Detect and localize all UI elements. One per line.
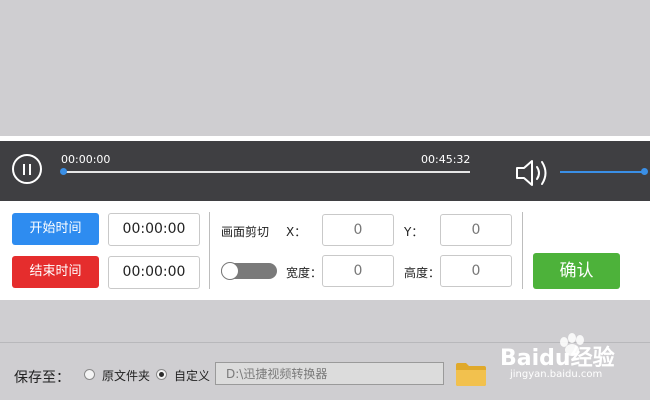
crop-y-field[interactable]: 0	[440, 214, 512, 246]
total-time: 00:45:32	[421, 153, 471, 166]
radio-original-folder[interactable]	[84, 369, 95, 380]
divider	[209, 212, 210, 289]
output-path-field[interactable]	[215, 362, 444, 385]
volume-slider[interactable]	[560, 171, 646, 173]
seek-slider-handle[interactable]	[60, 168, 67, 175]
toggle-knob	[221, 262, 239, 280]
watermark-url: jingyan.baidu.com	[510, 369, 603, 380]
video-preview-area	[0, 0, 650, 136]
watermark-brand: Baidu经验	[500, 346, 615, 371]
start-time-field[interactable]: 00:00:00	[108, 213, 200, 246]
folder-icon[interactable]	[455, 361, 487, 387]
x-label: X：	[286, 225, 307, 239]
volume-slider-handle[interactable]	[641, 168, 648, 175]
save-to-label: 保存至：	[14, 370, 70, 386]
divider	[522, 212, 523, 289]
crop-x-field[interactable]: 0	[322, 214, 394, 246]
seek-slider[interactable]	[63, 171, 470, 173]
crop-height-field[interactable]: 0	[440, 255, 512, 287]
end-time-button[interactable]: 结束时间	[12, 256, 99, 288]
custom-label[interactable]: 自定义	[174, 367, 210, 384]
height-label: 高度：	[404, 266, 441, 280]
radio-custom[interactable]	[156, 369, 167, 380]
end-time-field[interactable]: 00:00:00	[108, 256, 200, 289]
confirm-button[interactable]: 确认	[533, 253, 620, 289]
crop-label: 画面剪切	[221, 225, 270, 239]
y-label: Y：	[404, 225, 424, 239]
play-pause-button[interactable]	[12, 154, 42, 184]
crop-width-field[interactable]: 0	[322, 255, 394, 287]
start-time-button[interactable]: 开始时间	[12, 213, 99, 245]
current-time: 00:00:00	[61, 153, 111, 166]
volume-icon[interactable]	[514, 156, 554, 190]
width-label: 宽度：	[286, 266, 323, 280]
crop-toggle[interactable]	[221, 262, 277, 280]
original-folder-label[interactable]: 原文件夹	[102, 367, 150, 384]
